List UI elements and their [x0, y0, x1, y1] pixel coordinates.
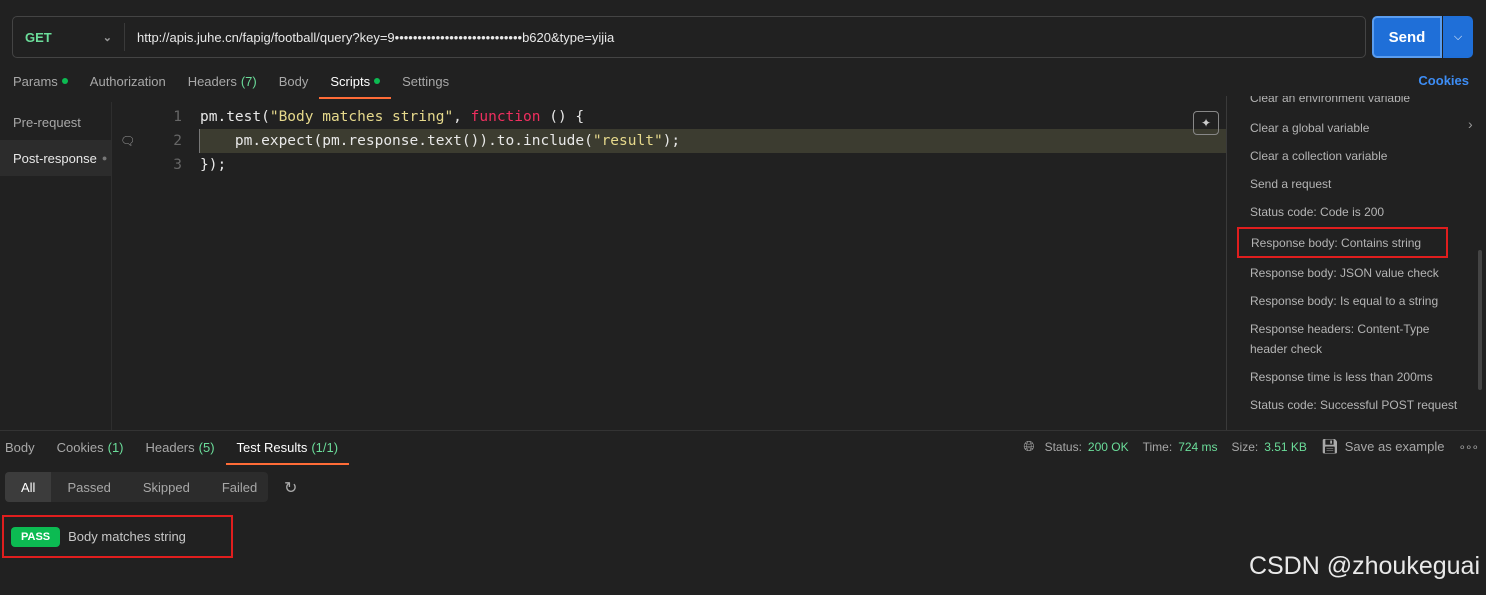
status-dot-icon	[374, 78, 381, 84]
tab-label: Cookies	[56, 439, 104, 455]
snippet-item[interactable]: Response body: Contains string	[1237, 227, 1448, 258]
size-value[interactable]: 3.51 KB	[1264, 440, 1307, 454]
snippet-item[interactable]: Response time is less than 200ms	[1227, 367, 1486, 387]
result-filters: All Passed Skipped Failed	[5, 472, 268, 502]
divider	[0, 430, 1486, 431]
code-token: "Body matches string"	[269, 109, 454, 125]
snippet-item[interactable]: Response body: JSON value check	[1227, 263, 1486, 283]
watermark: CSDN @zhoukeguai	[1248, 552, 1480, 580]
tab-count: (7)	[240, 73, 257, 89]
tab-headers[interactable]: Headers (7)	[177, 67, 268, 95]
test-result-row: PASS Body matches string	[2, 515, 233, 558]
code-editor[interactable]: 1 pm.test("Body matches string", function…	[112, 104, 1226, 430]
test-name: Body matches string	[68, 529, 186, 544]
chevron-down-icon: ⌄	[102, 31, 112, 44]
url-bar: GET ⌄ http://apis.juhe.cn/fapig/football/…	[12, 16, 1366, 58]
ai-assist-icon[interactable]: ✦	[1193, 111, 1219, 135]
tab-params[interactable]: Params	[2, 67, 79, 95]
snippet-item[interactable]: Status code: Successful POST request	[1227, 395, 1486, 415]
code-line: 🗨︎ 2 pm.expect(pm.response.text()).to.inc…	[112, 129, 1226, 153]
time-value[interactable]: 724 ms	[1178, 440, 1217, 454]
save-icon: 💾︎	[1320, 438, 1339, 454]
comment-icon[interactable]: 🗨︎	[120, 134, 135, 148]
tab-label: Params	[13, 73, 58, 89]
filter-passed[interactable]: Passed	[51, 472, 126, 502]
tab-label: Body	[5, 439, 35, 455]
code-token: "result"	[592, 133, 663, 149]
tab-pre-request[interactable]: Pre-request	[0, 104, 111, 140]
cookies-link[interactable]: Cookies	[1418, 73, 1469, 88]
pass-badge: PASS	[11, 526, 61, 547]
tab-label: Authorization	[89, 73, 166, 89]
tab-label: Post-response	[13, 150, 97, 166]
status-value[interactable]: 200 OK	[1088, 440, 1129, 454]
scrollbar[interactable]	[1478, 250, 1482, 390]
code-line: 3});	[112, 153, 1226, 177]
filter-skipped[interactable]: Skipped	[127, 472, 206, 502]
snippet-item[interactable]: Status code: Code is 200	[1227, 202, 1486, 222]
tab-count: (1)	[107, 439, 124, 455]
code-token: function	[470, 109, 541, 125]
response-tabs: Body Cookies (1) Headers (5) Test Results (1/1…	[0, 433, 350, 465]
tab-label: Headers	[145, 439, 195, 455]
request-tabs: Params Authorization Headers (7) Body Scripts…	[2, 67, 460, 99]
code-token: );	[662, 133, 681, 149]
snippet-item[interactable]: Clear a global variable	[1227, 118, 1486, 138]
method-select[interactable]: GET ⌄	[13, 23, 125, 51]
tab-body[interactable]: Body	[268, 67, 320, 95]
size-label: Size:	[1231, 439, 1259, 454]
tab-count: (1/1)	[311, 439, 339, 455]
snippet-item[interactable]: Clear an environment variable	[1227, 96, 1486, 110]
send-options-chevron-icon[interactable]: ⌵	[1443, 16, 1473, 58]
tab-cookies[interactable]: Cookies (1)	[46, 433, 135, 461]
code-token: });	[200, 157, 227, 173]
code-text: });	[182, 157, 226, 173]
code-text: pm.test("Body matches string", function …	[182, 109, 584, 125]
tab-label: Scripts	[330, 73, 371, 89]
more-options-icon[interactable]: ∘∘∘	[1458, 440, 1479, 454]
snippet-item[interactable]: Response headers: Content-Type header ch…	[1227, 319, 1486, 359]
save-as-example-button[interactable]: Save as example	[1345, 439, 1445, 454]
time-label: Time:	[1142, 439, 1173, 454]
filter-failed[interactable]: Failed	[206, 472, 273, 502]
send-button[interactable]: Send	[1372, 16, 1442, 58]
code-token: pm.expect(pm.response.text()).to.include…	[200, 133, 593, 149]
tab-scripts[interactable]: Scripts	[319, 67, 391, 99]
chevron-right-icon[interactable]: ›	[1468, 116, 1473, 132]
tab-headers[interactable]: Headers (5)	[135, 433, 226, 461]
snippet-item[interactable]: Send a request	[1227, 174, 1486, 194]
code-token: ,	[453, 109, 471, 125]
filter-all[interactable]: All	[5, 472, 52, 502]
snippets-panel: Clear an environment variable Clear a glo…	[1226, 96, 1486, 430]
status-label: Status:	[1044, 439, 1082, 454]
script-sidebar: Pre-request Post-response ●	[0, 102, 112, 430]
tab-settings[interactable]: Settings	[391, 67, 460, 95]
globe-icon[interactable]: 🌐︎	[1023, 438, 1034, 455]
tab-label: Body	[278, 73, 309, 89]
status-dot-icon	[61, 78, 68, 84]
code-line: 1 pm.test("Body matches string", function…	[112, 105, 1226, 129]
tab-count: (5)	[198, 439, 215, 455]
tab-body[interactable]: Body	[0, 433, 46, 461]
method-label: GET	[25, 29, 52, 45]
tab-label: Headers	[187, 73, 237, 89]
tab-post-response[interactable]: Post-response ●	[0, 140, 111, 176]
snippet-item[interactable]: Clear a collection variable	[1227, 146, 1486, 166]
tab-label: Settings	[402, 73, 450, 89]
line-number: 3	[173, 157, 182, 173]
tab-test-results[interactable]: Test Results (1/1)	[225, 433, 350, 465]
response-status: 🌐︎ Status: 200 OK Time: 724 ms Size: 3.51 K…	[1023, 438, 1479, 455]
tab-label: Test Results	[236, 439, 308, 455]
tab-authorization[interactable]: Authorization	[79, 67, 177, 95]
code-token: () {	[540, 109, 585, 125]
line-number: 1	[173, 109, 182, 125]
url-input[interactable]: http://apis.juhe.cn/fapig/football/query…	[125, 30, 614, 45]
code-text: pm.expect(pm.response.text()).to.include…	[199, 129, 1226, 153]
refresh-icon[interactable]: ↻	[284, 478, 297, 498]
code-token: pm.test(	[200, 109, 270, 125]
dot-icon: ●	[101, 153, 108, 163]
snippet-item[interactable]: Response body: Is equal to a string	[1227, 291, 1486, 311]
